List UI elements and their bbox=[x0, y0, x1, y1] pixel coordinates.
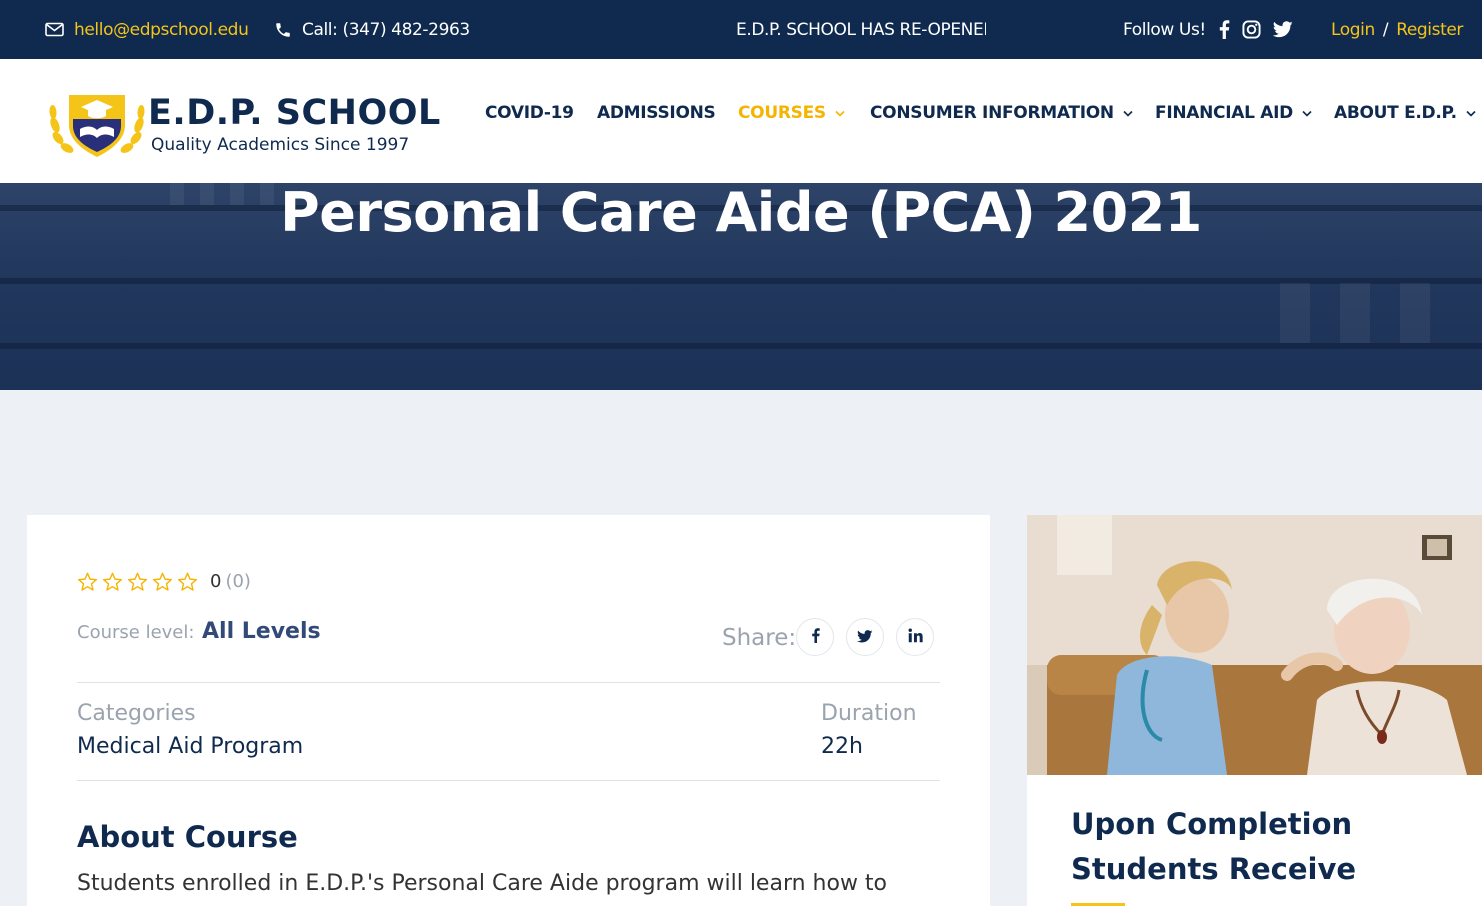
email-contact[interactable]: hello@edpschool.edu bbox=[45, 0, 249, 59]
categories-label: Categories bbox=[77, 701, 196, 726]
nav-covid[interactable]: COVID-19 bbox=[485, 99, 574, 127]
nav-admissions[interactable]: ADMISSIONS bbox=[597, 99, 716, 127]
star-outline-icon bbox=[177, 572, 198, 592]
share-linkedin-button[interactable] bbox=[896, 618, 934, 656]
nav-admissions-label[interactable]: ADMISSIONS bbox=[597, 103, 716, 123]
star-outline-icon bbox=[77, 572, 98, 592]
hero-book-decoration bbox=[1400, 283, 1430, 343]
nav-consumer-label[interactable]: CONSUMER INFORMATION bbox=[870, 103, 1114, 123]
login-link[interactable]: Login bbox=[1331, 20, 1375, 40]
duration-value: 22h bbox=[821, 734, 863, 759]
twitter-icon bbox=[857, 628, 873, 647]
course-level-value: All Levels bbox=[202, 619, 321, 644]
instagram-icon[interactable] bbox=[1242, 20, 1261, 39]
share-facebook-button[interactable] bbox=[796, 618, 834, 656]
nav-about-label[interactable]: ABOUT E.D.P. bbox=[1334, 103, 1457, 123]
categories-value[interactable]: Medical Aid Program bbox=[77, 734, 303, 759]
hero-book-decoration bbox=[1340, 283, 1370, 343]
hero-book-decoration bbox=[1280, 283, 1310, 343]
twitter-icon[interactable] bbox=[1272, 21, 1293, 38]
follow-label: Follow Us! bbox=[1123, 19, 1206, 40]
mail-icon bbox=[45, 22, 64, 37]
star-outline-icon bbox=[127, 572, 148, 592]
course-rating: 0 (0) bbox=[77, 571, 251, 592]
logo-emblem[interactable] bbox=[47, 85, 147, 160]
page-title: Personal Care Aide (PCA) 2021 bbox=[280, 183, 1202, 244]
star-outline-icon bbox=[102, 572, 123, 592]
facebook-icon[interactable] bbox=[1218, 20, 1230, 39]
nav-courses-label[interactable]: COURSES bbox=[738, 103, 826, 123]
nav-courses[interactable]: COURSES bbox=[738, 99, 845, 127]
hero-shelf-decoration bbox=[0, 343, 1482, 349]
nav-financial-aid[interactable]: FINANCIAL AID bbox=[1155, 99, 1312, 127]
chevron-down-icon bbox=[1123, 110, 1133, 117]
nav-consumer-information[interactable]: CONSUMER INFORMATION bbox=[870, 99, 1133, 127]
email-link[interactable]: hello@edpschool.edu bbox=[74, 20, 249, 40]
star-outline-icon bbox=[152, 572, 173, 592]
course-level-label: Course level: bbox=[77, 622, 195, 643]
completion-card: Upon Completion Students Receive bbox=[1027, 515, 1482, 906]
hero-banner: Personal Care Aide (PCA) 2021 bbox=[0, 183, 1482, 390]
divider bbox=[77, 780, 940, 781]
share-twitter-button[interactable] bbox=[846, 618, 884, 656]
phone-icon bbox=[274, 21, 292, 39]
about-course-text: Students enrolled in E.D.P.'s Personal C… bbox=[77, 871, 888, 896]
auth-links: Login / Register bbox=[1331, 0, 1463, 59]
course-info-card: 0 (0) Course level: All Levels Share: Ca… bbox=[27, 515, 990, 906]
linkedin-icon bbox=[908, 628, 923, 647]
duration-label: Duration bbox=[821, 701, 917, 726]
logo-tagline: Quality Academics Since 1997 bbox=[151, 135, 410, 155]
nav-about[interactable]: ABOUT E.D.P. bbox=[1334, 99, 1476, 127]
chevron-down-icon bbox=[1466, 110, 1476, 117]
share-label: Share: bbox=[722, 625, 797, 651]
rating-count: (0) bbox=[225, 571, 251, 592]
rating-value: 0 bbox=[210, 571, 222, 592]
phone-text[interactable]: Call: (347) 482-2963 bbox=[302, 20, 470, 40]
chevron-down-icon bbox=[835, 110, 845, 117]
hero-shelf-decoration bbox=[0, 278, 1482, 284]
register-link[interactable]: Register bbox=[1396, 20, 1463, 40]
nav-financial-label[interactable]: FINANCIAL AID bbox=[1155, 103, 1293, 123]
phone-contact[interactable]: Call: (347) 482-2963 bbox=[274, 0, 470, 59]
completion-heading: Upon Completion Students Receive bbox=[1071, 807, 1357, 886]
nav-covid-label[interactable]: COVID-19 bbox=[485, 103, 574, 123]
logo-title[interactable]: E.D.P. SCHOOL bbox=[148, 93, 441, 133]
site-header: E.D.P. SCHOOL Quality Academics Since 19… bbox=[0, 59, 1482, 183]
divider bbox=[77, 682, 940, 683]
social-links: Follow Us! bbox=[1123, 0, 1293, 59]
facebook-icon bbox=[811, 627, 820, 647]
top-bar: hello@edpschool.edu Call: (347) 482-2963… bbox=[0, 0, 1482, 59]
chevron-down-icon bbox=[1302, 110, 1312, 117]
about-course-heading: About Course bbox=[77, 820, 298, 854]
auth-separator: / bbox=[1382, 19, 1389, 40]
announcement-ticker: E.D.P. SCHOOL HAS RE-OPENED bbox=[736, 19, 986, 40]
caregiver-photo bbox=[1027, 515, 1482, 775]
